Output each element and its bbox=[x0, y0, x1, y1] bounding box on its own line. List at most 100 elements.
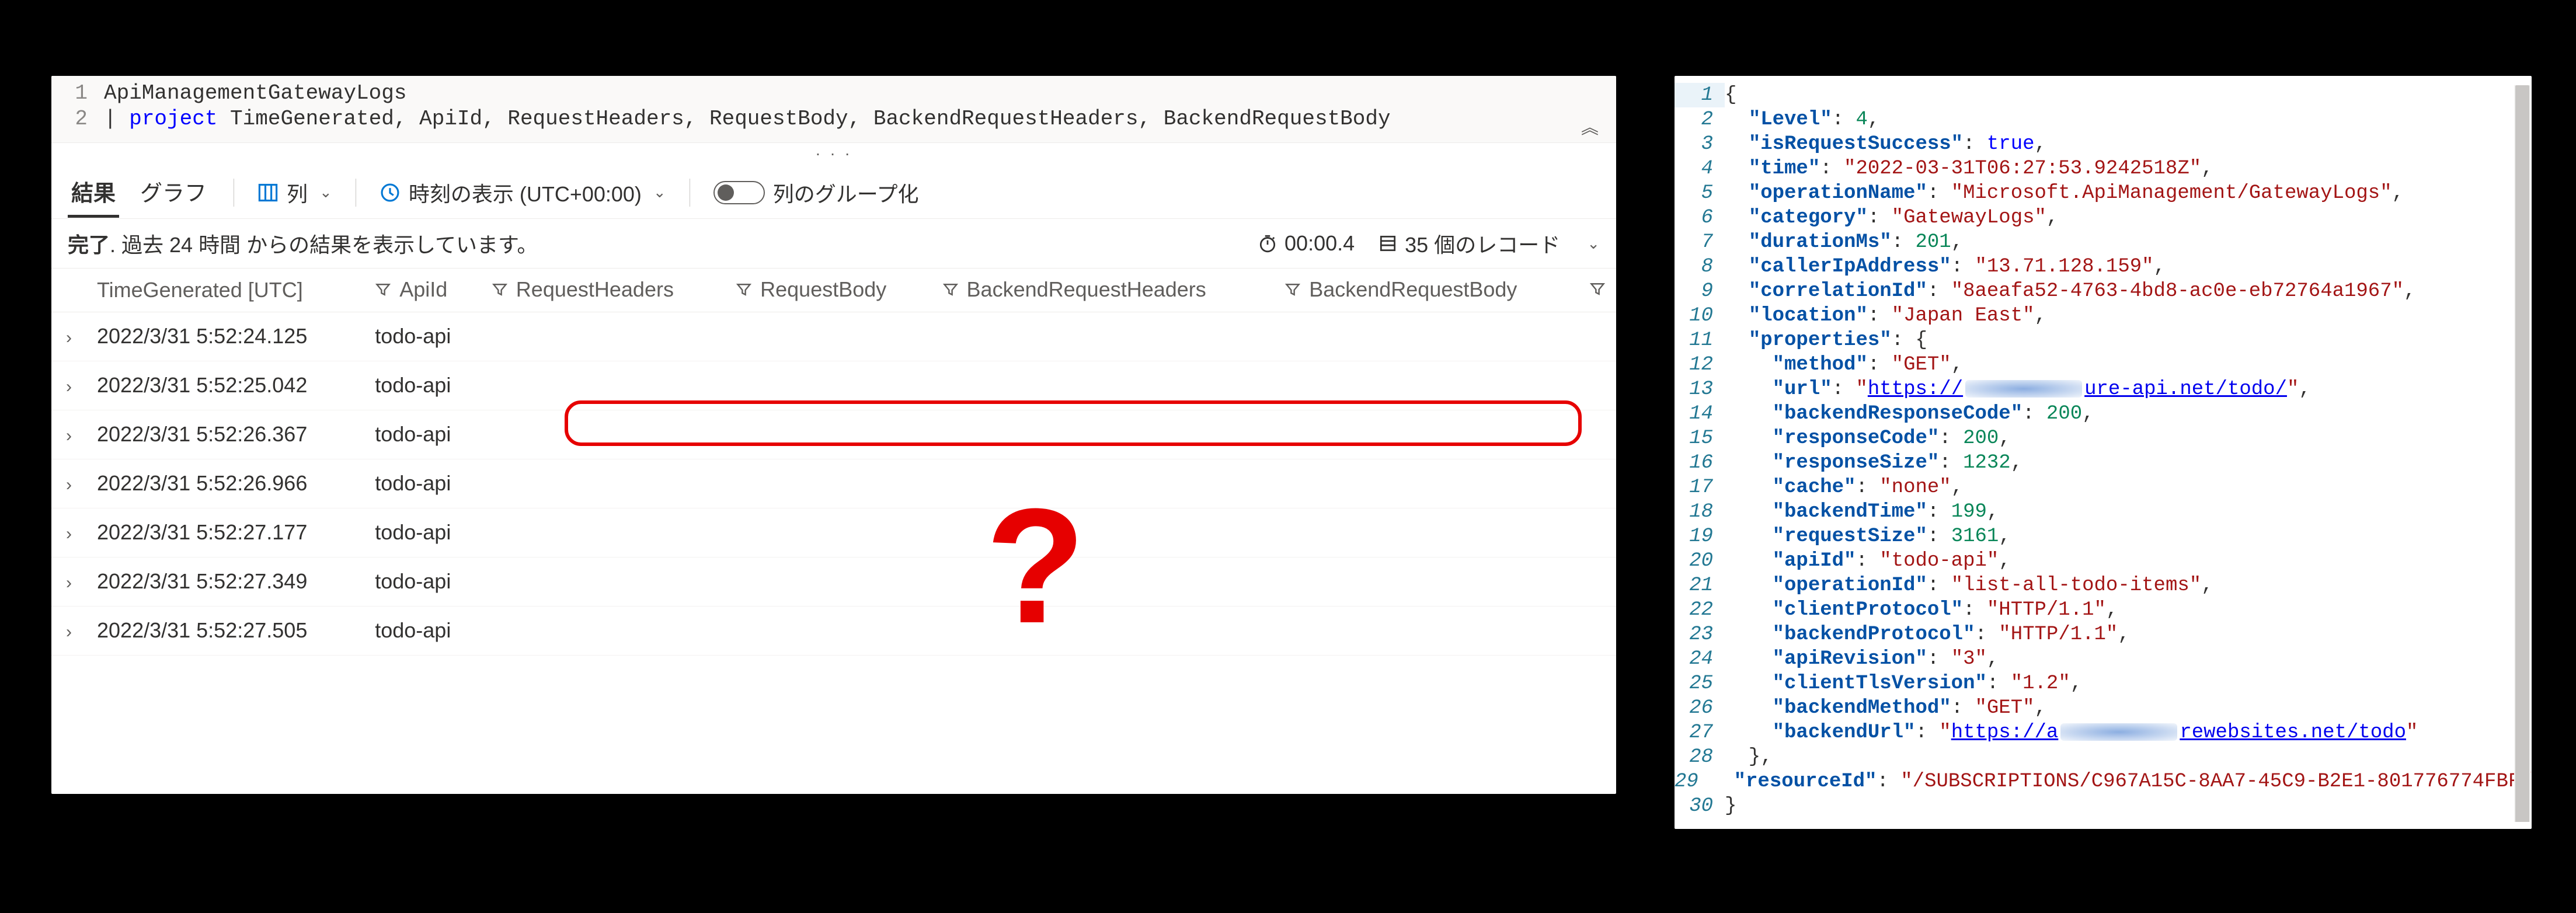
tab-chart[interactable]: グラフ bbox=[137, 167, 210, 218]
query-code-line: | project TimeGenerated, ApiId, RequestH… bbox=[104, 106, 1610, 132]
table-row[interactable]: › 2022/3/31 5:52:26.367todo-api bbox=[51, 410, 1616, 459]
record-count-indicator: 35 個のレコード bbox=[1378, 228, 1560, 259]
table-row[interactable]: › 2022/3/31 5:52:27.177todo-api bbox=[51, 508, 1616, 557]
json-line: 10 "location": "Japan East", bbox=[1675, 304, 2532, 328]
cell-apiid: todo-api bbox=[364, 606, 481, 655]
table-header-row: TimeGenerated [UTC] ApiId RequestHeaders… bbox=[51, 269, 1616, 312]
json-line: 24 "apiRevision": "3", bbox=[1675, 647, 2532, 671]
json-line: 9 "correlationId": "8aeafa52-4763-4bd8-a… bbox=[1675, 279, 2532, 304]
table-row[interactable]: › 2022/3/31 5:52:27.505todo-api bbox=[51, 606, 1616, 655]
json-line: 19 "requestSize": 3161, bbox=[1675, 524, 2532, 549]
stopwatch-icon bbox=[1258, 234, 1277, 253]
json-viewer[interactable]: 1{2 "Level": 4,3 "isRequestSuccess": tru… bbox=[1675, 83, 2532, 822]
overflow-indicator: · · · bbox=[51, 143, 1616, 163]
line-number: 1 bbox=[57, 81, 104, 106]
results-toolbar: 結果 グラフ 列 ⌄ 時刻の表示 (UTC+00:00) ⌄ 列のグループ化 bbox=[51, 163, 1616, 219]
expand-row-icon[interactable]: › bbox=[62, 475, 76, 495]
col-apiid[interactable]: ApiId bbox=[364, 269, 481, 312]
time-display-label: 時刻の表示 (UTC+00:00) bbox=[409, 177, 642, 208]
duration-value: 00:00.4 bbox=[1284, 231, 1355, 256]
record-count-value: 35 個のレコード bbox=[1405, 228, 1560, 259]
status-bar: 完了. 過去 24 時間 からの結果を表示しています。 00:00.4 35 個… bbox=[51, 219, 1616, 269]
json-line: 26 "backendMethod": "GET", bbox=[1675, 696, 2532, 720]
records-icon bbox=[1378, 234, 1398, 253]
collapse-editor-icon[interactable]: ︽ bbox=[1581, 113, 1599, 139]
table-row[interactable]: › 2022/3/31 5:52:25.042todo-api bbox=[51, 361, 1616, 410]
json-line: 11 "properties": { bbox=[1675, 328, 2532, 353]
cell-apiid: todo-api bbox=[364, 361, 481, 410]
scrollbar-thumb[interactable] bbox=[2515, 85, 2529, 822]
cell-timegenerated: 2022/3/31 5:52:24.125 bbox=[86, 312, 364, 361]
json-line: 16 "responseSize": 1232, bbox=[1675, 451, 2532, 475]
json-line: 30} bbox=[1675, 794, 2532, 818]
cell-apiid: todo-api bbox=[364, 459, 481, 508]
filter-icon bbox=[492, 281, 508, 298]
json-line: 15 "responseCode": 200, bbox=[1675, 426, 2532, 451]
cell-apiid: todo-api bbox=[364, 410, 481, 459]
col-timegenerated[interactable]: TimeGenerated [UTC] bbox=[86, 269, 364, 312]
json-line: 1{ bbox=[1675, 83, 2532, 107]
cell-apiid: todo-api bbox=[364, 312, 481, 361]
expand-row-icon[interactable]: › bbox=[62, 573, 76, 593]
filter-icon bbox=[942, 281, 959, 298]
json-line: 23 "backendProtocol": "HTTP/1.1", bbox=[1675, 622, 2532, 647]
json-line: 4 "time": "2022-03-31T06:27:53.9242518Z"… bbox=[1675, 156, 2532, 181]
scrollbar[interactable] bbox=[2514, 85, 2530, 822]
expand-row-icon[interactable]: › bbox=[62, 622, 76, 642]
line-number: 2 bbox=[57, 106, 104, 132]
time-display-dropdown[interactable]: 時刻の表示 (UTC+00:00) ⌄ bbox=[380, 177, 666, 208]
json-line: 18 "backendTime": 199, bbox=[1675, 500, 2532, 524]
json-line: 3 "isRequestSuccess": true, bbox=[1675, 132, 2532, 156]
clock-icon bbox=[380, 182, 401, 203]
table-row[interactable]: › 2022/3/31 5:52:24.125todo-api bbox=[51, 312, 1616, 361]
json-line: 14 "backendResponseCode": 200, bbox=[1675, 402, 2532, 426]
json-detail-panel: 1{2 "Level": 4,3 "isRequestSuccess": tru… bbox=[1675, 76, 2532, 829]
tab-results[interactable]: 結果 bbox=[68, 167, 119, 218]
json-line: 12 "method": "GET", bbox=[1675, 353, 2532, 377]
table-row[interactable]: › 2022/3/31 5:52:26.966todo-api bbox=[51, 459, 1616, 508]
group-columns-label: 列のグループ化 bbox=[773, 177, 919, 208]
json-line: 20 "apiId": "todo-api", bbox=[1675, 549, 2532, 573]
json-line: 17 "cache": "none", bbox=[1675, 475, 2532, 500]
cell-timegenerated: 2022/3/31 5:52:27.505 bbox=[86, 606, 364, 655]
json-line: 13 "url": "https://ure-api.net/todo/", bbox=[1675, 377, 2532, 402]
col-requestheaders[interactable]: RequestHeaders bbox=[481, 269, 725, 312]
filter-icon bbox=[736, 281, 752, 298]
cell-apiid: todo-api bbox=[364, 508, 481, 557]
json-line: 7 "durationMs": 201, bbox=[1675, 230, 2532, 255]
expand-row-icon[interactable]: › bbox=[62, 328, 76, 348]
col-extra[interactable] bbox=[1579, 269, 1616, 312]
columns-dropdown[interactable]: 列 ⌄ bbox=[257, 177, 332, 208]
col-backendrequestheaders[interactable]: BackendRequestHeaders bbox=[932, 269, 1275, 312]
expand-row-icon[interactable]: › bbox=[62, 426, 76, 446]
cell-timegenerated: 2022/3/31 5:52:27.177 bbox=[86, 508, 364, 557]
query-code-line: ApiManagementGatewayLogs bbox=[104, 81, 1610, 106]
toggle-off-icon bbox=[713, 181, 765, 204]
json-line: 21 "operationId": "list-all-todo-items", bbox=[1675, 573, 2532, 598]
expand-row-icon[interactable]: › bbox=[62, 377, 76, 397]
redacted-blur bbox=[2060, 723, 2177, 741]
expand-row-icon[interactable]: › bbox=[62, 524, 76, 544]
table-row[interactable]: › 2022/3/31 5:52:27.349todo-api bbox=[51, 557, 1616, 606]
cell-timegenerated: 2022/3/31 5:52:26.367 bbox=[86, 410, 364, 459]
redacted-blur bbox=[1965, 380, 2082, 398]
cell-timegenerated: 2022/3/31 5:52:27.349 bbox=[86, 557, 364, 606]
cell-apiid: todo-api bbox=[364, 557, 481, 606]
col-requestbody[interactable]: RequestBody bbox=[725, 269, 931, 312]
chevron-down-icon: ⌄ bbox=[653, 183, 666, 201]
json-line: 22 "clientProtocol": "HTTP/1.1", bbox=[1675, 598, 2532, 622]
json-line: 5 "operationName": "Microsoft.ApiManagem… bbox=[1675, 181, 2532, 205]
json-line: 28 }, bbox=[1675, 745, 2532, 769]
filter-icon bbox=[1284, 281, 1301, 298]
query-editor[interactable]: 1 ApiManagementGatewayLogs 2 | project T… bbox=[51, 76, 1616, 143]
status-complete: 完了 bbox=[68, 233, 110, 257]
status-summary: . 過去 24 時間 からの結果を表示しています。 bbox=[110, 233, 538, 257]
json-line: 25 "clientTlsVersion": "1.2", bbox=[1675, 671, 2532, 696]
group-columns-toggle[interactable]: 列のグループ化 bbox=[713, 177, 919, 208]
cell-timegenerated: 2022/3/31 5:52:25.042 bbox=[86, 361, 364, 410]
cell-timegenerated: 2022/3/31 5:52:26.966 bbox=[86, 459, 364, 508]
json-line: 27 "backendUrl": "https://arewebsites.ne… bbox=[1675, 720, 2532, 745]
col-backendrequestbody[interactable]: BackendRequestBody bbox=[1274, 269, 1579, 312]
chevron-down-icon[interactable]: ⌄ bbox=[1587, 235, 1600, 253]
results-table: TimeGenerated [UTC] ApiId RequestHeaders… bbox=[51, 269, 1616, 656]
